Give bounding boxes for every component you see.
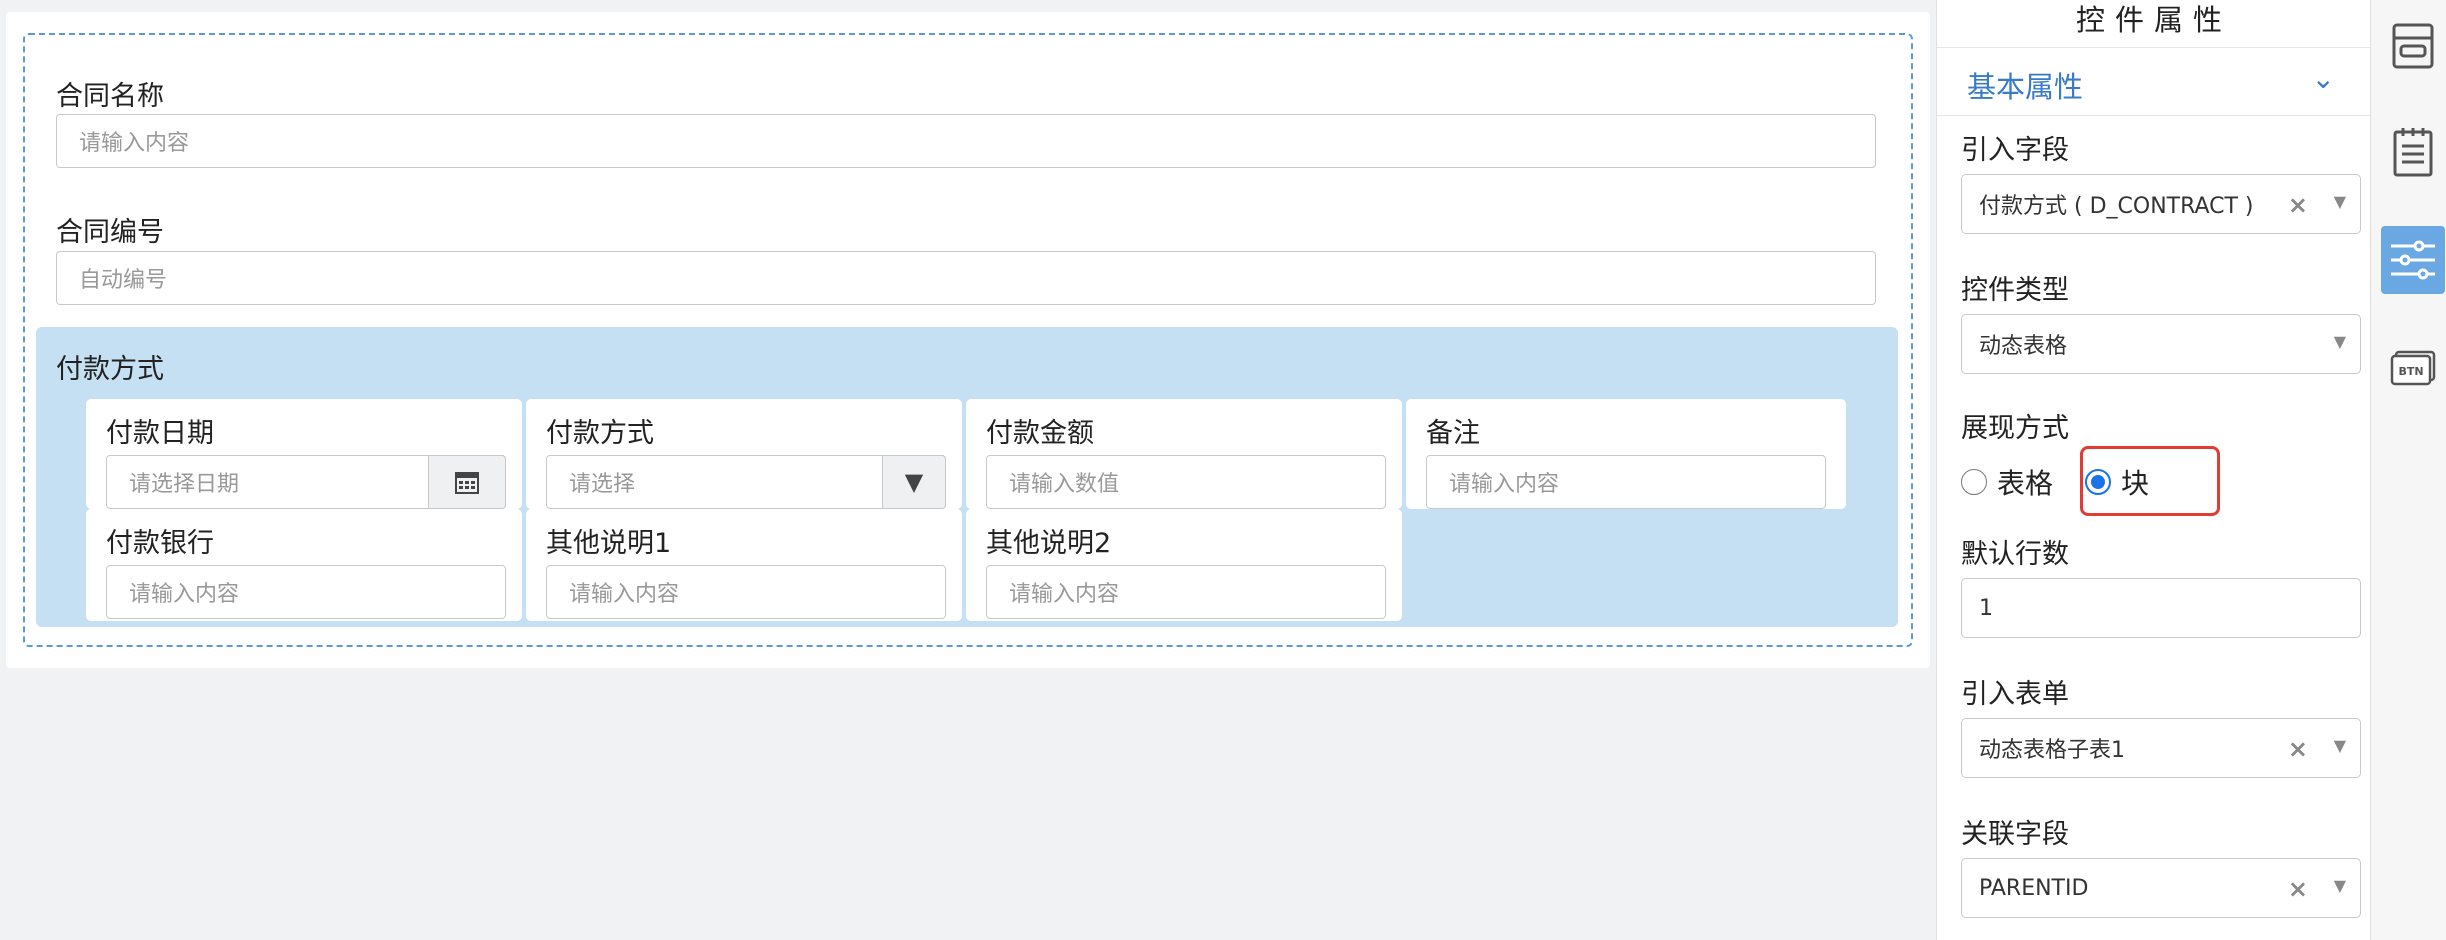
import-form-value: 动态表格子表1 (1979, 738, 2125, 763)
payment-method-cell[interactable]: 付款方式 请选择 ▼ (526, 399, 962, 509)
other-note1-input[interactable]: 请输入内容 (546, 565, 946, 619)
payment-date-cell[interactable]: 付款日期 请选择日期 (86, 399, 522, 509)
default-rows-value: 1 (1979, 595, 1993, 621)
remark-input[interactable]: 请输入内容 (1426, 455, 1826, 509)
form-layout-button[interactable] (2381, 14, 2445, 78)
clear-icon[interactable]: × (2288, 191, 2308, 219)
default-rows-input[interactable]: 1 (1961, 578, 2361, 638)
right-toolbar: BTN (2370, 0, 2446, 940)
calendar-button[interactable] (428, 454, 506, 509)
remark-label: 备注 (1426, 418, 1480, 449)
form-layout-icon (2392, 23, 2434, 69)
button-widget-button[interactable]: BTN (2381, 336, 2445, 400)
payment-block-title: 付款方式 (56, 354, 164, 385)
sliders-icon (2391, 240, 2435, 280)
remark-cell[interactable]: 备注 请输入内容 (1406, 399, 1846, 509)
other-note1-label: 其他说明1 (546, 528, 672, 559)
section-title: 基本属性 (1967, 70, 2084, 104)
display-mode-label: 展现方式 (1961, 413, 2069, 444)
other-note2-label: 其他说明2 (986, 528, 1112, 559)
payment-bank-input[interactable]: 请输入内容 (106, 565, 506, 619)
control-type-select[interactable]: 动态表格 ▼ (1961, 314, 2361, 374)
contract-name-input[interactable]: 请输入内容 (56, 114, 1876, 168)
clear-icon[interactable]: × (2288, 875, 2308, 903)
control-type-value: 动态表格 (1979, 334, 2068, 359)
caret-down-icon: ▼ (2333, 876, 2346, 895)
payment-amount-input[interactable]: 请输入数值 (986, 455, 1386, 509)
caret-down-icon: ▼ (904, 467, 924, 496)
properties-button[interactable] (2381, 226, 2445, 294)
contract-no-label: 合同编号 (56, 217, 164, 248)
contract-name-label: 合同名称 (56, 81, 164, 112)
chevron-down-icon: ⌄ (2311, 62, 2335, 95)
other-note2-input[interactable]: 请输入内容 (986, 565, 1386, 619)
payment-bank-label: 付款银行 (106, 528, 214, 559)
default-rows-label: 默认行数 (1961, 539, 2069, 570)
panel-title: 控件属性 (1937, 0, 2371, 48)
btn-icon: BTN (2390, 350, 2436, 386)
import-form-select[interactable]: 动态表格子表1 × ▼ (1961, 718, 2361, 778)
payment-amount-cell[interactable]: 付款金额 请输入数值 (966, 399, 1402, 509)
form-canvas: 合同名称 请输入内容 合同编号 自动编号 付款方式 付款日期 请选择日期 付款方… (6, 12, 1930, 668)
payment-date-label: 付款日期 (106, 418, 214, 449)
notepad-icon (2393, 128, 2433, 177)
import-field-value: 付款方式 ( D_CONTRACT ) (1979, 194, 2254, 219)
radio-table-label: 表格 (1997, 467, 2054, 500)
other-note2-cell[interactable]: 其他说明2 请输入内容 (966, 509, 1402, 621)
svg-text:BTN: BTN (2398, 365, 2423, 378)
payment-amount-label: 付款金额 (986, 418, 1094, 449)
payment-dynamic-block[interactable]: 付款方式 付款日期 请选择日期 付款方式 请选择 ▼ 付款金额 请输入数值 备注… (36, 327, 1898, 627)
import-field-select[interactable]: 付款方式 ( D_CONTRACT ) × ▼ (1961, 174, 2361, 234)
payment-date-placeholder: 请选择日期 (129, 472, 240, 497)
import-form-label: 引入表单 (1961, 679, 2069, 710)
dropdown-button[interactable]: ▼ (882, 454, 946, 509)
radio-table[interactable]: 表格 (1961, 462, 2053, 502)
import-field-label: 引入字段 (1961, 135, 2069, 166)
payment-method-select[interactable]: 请选择 ▼ (546, 454, 946, 509)
clear-icon[interactable]: × (2288, 735, 2308, 763)
link-field-label: 关联字段 (1961, 819, 2069, 850)
link-field-value: PARENTID (1979, 875, 2089, 901)
payment-method-label: 付款方式 (546, 418, 654, 449)
other-note1-cell[interactable]: 其他说明1 请输入内容 (526, 509, 962, 621)
control-type-label: 控件类型 (1961, 275, 2069, 306)
notepad-button[interactable] (2381, 120, 2445, 184)
payment-date-input[interactable]: 请选择日期 (106, 454, 506, 509)
radio-circle (1961, 469, 1987, 495)
caret-down-icon: ▼ (2333, 192, 2346, 211)
caret-down-icon: ▼ (2333, 736, 2346, 755)
payment-bank-cell[interactable]: 付款银行 请输入内容 (86, 509, 522, 621)
payment-method-placeholder: 请选择 (569, 472, 636, 497)
basic-properties-header[interactable]: 基本属性 ⌄ (1937, 48, 2371, 116)
link-field-select[interactable]: PARENTID × ▼ (1961, 858, 2361, 918)
caret-down-icon: ▼ (2333, 332, 2346, 351)
selection-highlight (2080, 446, 2220, 516)
calendar-icon (455, 471, 479, 494)
contract-no-input[interactable]: 自动编号 (56, 251, 1876, 305)
